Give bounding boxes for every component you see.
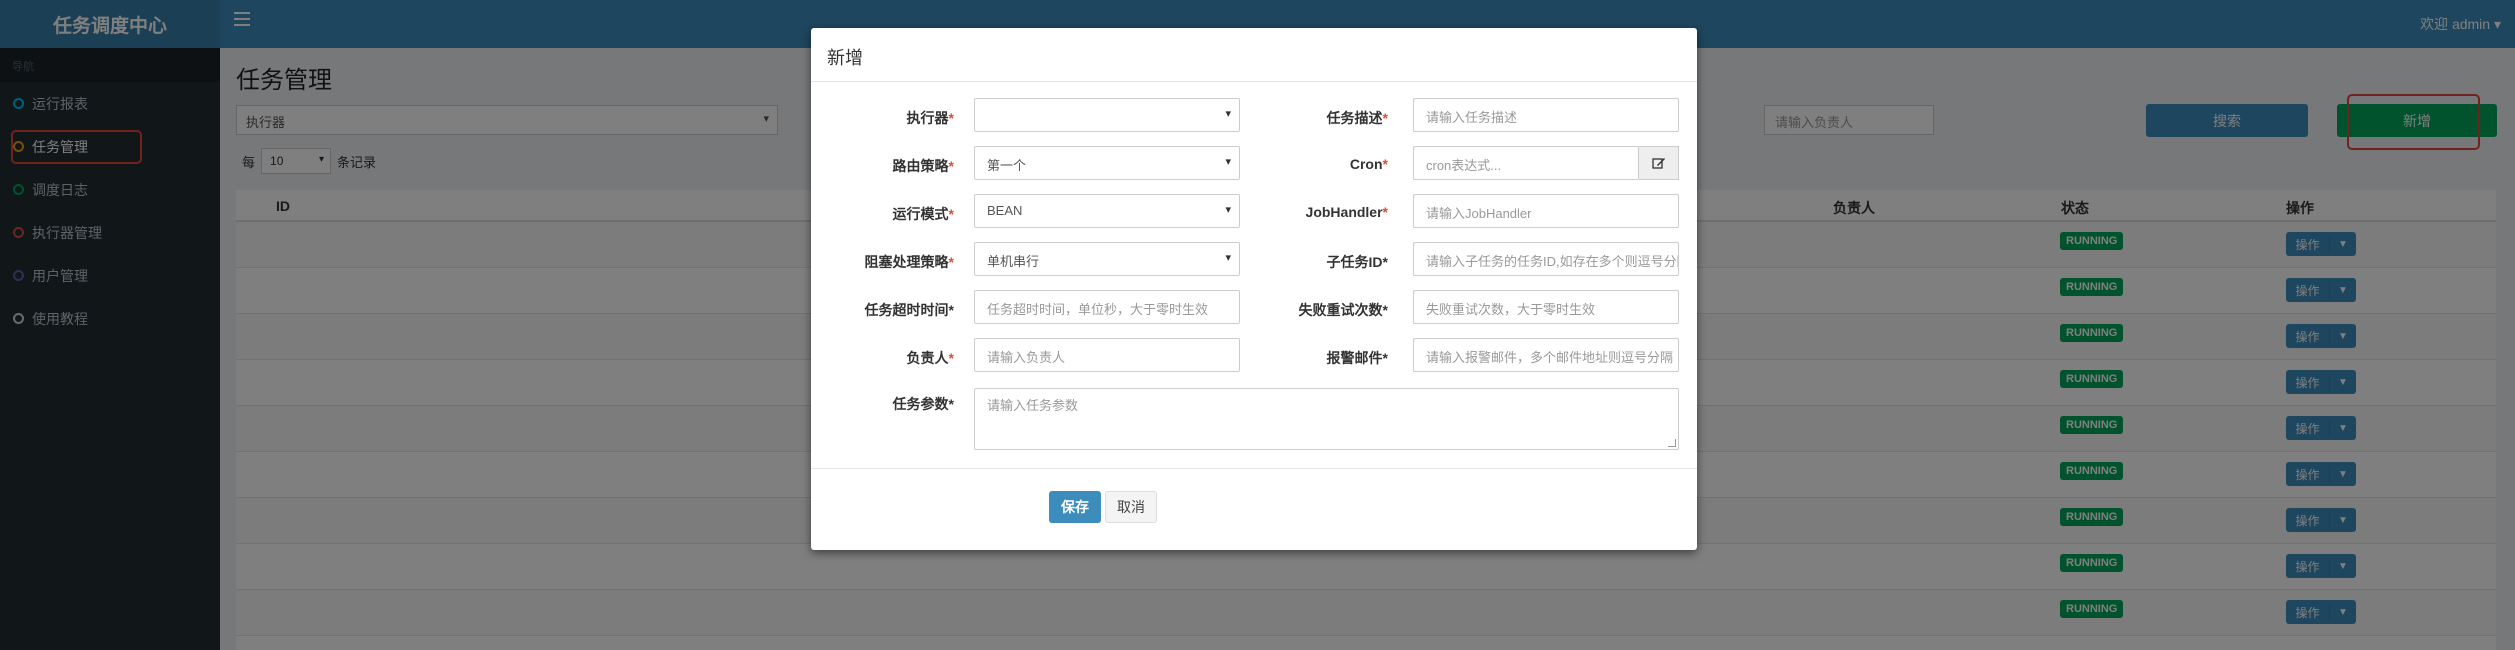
job-params-label: 任务参数* [892,396,954,412]
route-strategy-value: 第一个 [987,158,1027,173]
owner-input[interactable]: 请输入负责人 [974,338,1240,372]
route-strategy-select[interactable]: 第一个 ▾ [974,146,1240,180]
run-mode-label: 运行模式* [892,206,954,222]
retry-count-input[interactable]: 失败重试次数，大于零时生效 [1413,290,1679,324]
child-job-id-input[interactable]: 请输入子任务的任务ID,如存在多个则逗号分隔 [1413,242,1679,276]
alarm-email-label: 报警邮件* [1326,350,1388,366]
edit-icon [1651,158,1665,169]
add-job-modal: 新增 执行器* ▾ 任务描述* 请输入任务描述 路由策略* 第一个 ▾ Cron*… [811,28,1697,550]
block-strategy-label: 阻塞处理策略* [864,254,954,270]
alarm-email-input[interactable]: 请输入报警邮件，多个邮件地址则逗号分隔 [1413,338,1679,372]
run-mode-select[interactable]: BEAN ▾ [974,194,1240,228]
job-params-textarea[interactable]: 请输入任务参数 [974,388,1679,450]
modal-divider [811,81,1697,82]
chevron-down-icon: ▾ [1225,108,1231,120]
cron-input[interactable]: cron表达式... [1413,146,1639,180]
modal-divider [811,468,1697,469]
child-job-id-label: 子任务ID* [1326,254,1388,270]
chevron-down-icon: ▾ [1225,204,1231,216]
job-handler-label: JobHandler* [1305,204,1388,220]
resize-handle-icon[interactable] [1668,439,1676,447]
job-desc-input[interactable]: 请输入任务描述 [1413,98,1679,132]
timeout-input[interactable]: 任务超时时间，单位秒，大于零时生效 [974,290,1240,324]
executor-label: 执行器* [906,110,954,126]
save-button[interactable]: 保存 [1049,491,1101,523]
job-params-placeholder: 请输入任务参数 [987,398,1079,413]
block-strategy-value: 单机串行 [987,254,1040,269]
timeout-label: 任务超时时间* [864,302,954,318]
cancel-button[interactable]: 取消 [1105,491,1157,523]
block-strategy-select[interactable]: 单机串行 ▾ [974,242,1240,276]
owner-label: 负责人* [906,350,954,366]
chevron-down-icon: ▾ [1225,156,1231,168]
modal-title: 新增 [827,48,863,68]
cron-label: Cron* [1349,156,1388,172]
chevron-down-icon: ▾ [1225,252,1231,264]
job-desc-label: 任务描述* [1326,110,1388,126]
job-handler-input[interactable]: 请输入JobHandler [1413,194,1679,228]
retry-count-label: 失败重试次数* [1298,302,1388,318]
executor-select[interactable]: ▾ [974,98,1240,132]
run-mode-value: BEAN [987,203,1023,218]
cron-edit-button[interactable] [1639,146,1679,180]
route-strategy-label: 路由策略* [892,158,954,174]
